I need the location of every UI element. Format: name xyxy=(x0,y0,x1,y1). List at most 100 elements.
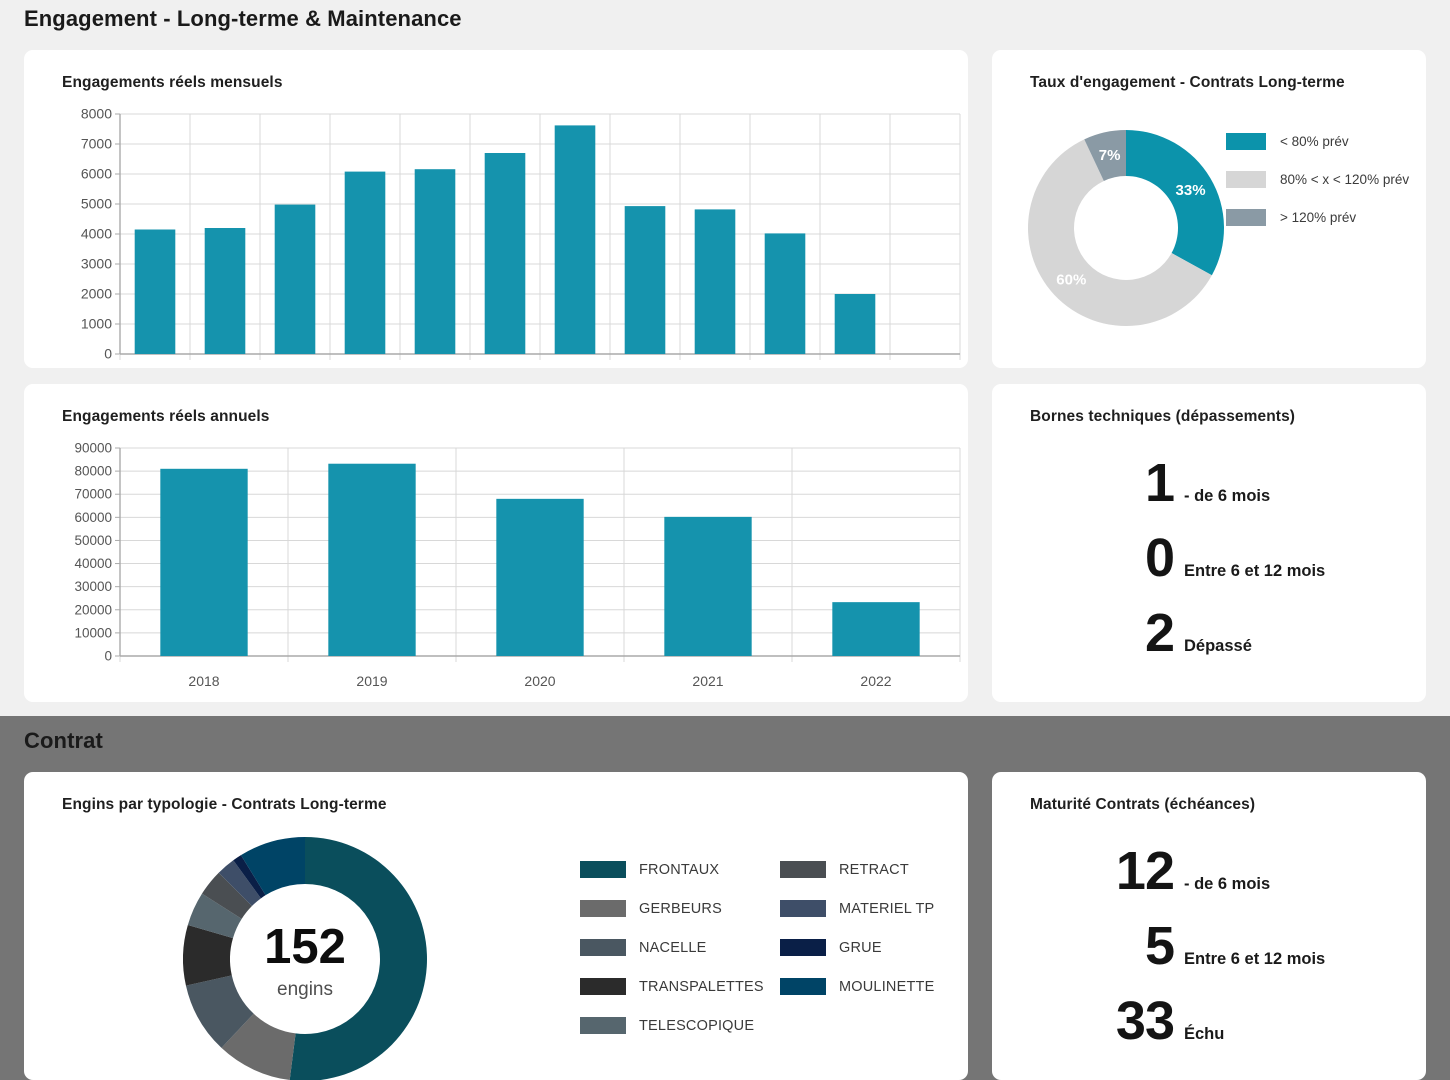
legend-engins-item[interactable]: GRUE xyxy=(780,928,980,967)
chart-engagements-annuels: 0 10000 20000 30000 40000 50000 60000 70000 8000… xyxy=(24,384,968,702)
legend-engins-label: MATERIEL TP xyxy=(839,900,935,917)
donut-center-value: 152 xyxy=(264,920,346,974)
kpi-bornes-value: 2 xyxy=(1144,603,1175,663)
card-bornes-techniques: Bornes techniques (dépassements) 1 - de 6… xyxy=(992,384,1426,702)
y-tick-label: 0 xyxy=(104,649,112,664)
y-tick-label: 2000 xyxy=(81,286,112,302)
x-tick-label: 2021 xyxy=(692,673,723,689)
dashboard-page: Engagement - Long-terme & Maintenance En… xyxy=(0,0,1450,1080)
bar[interactable] xyxy=(134,229,176,355)
y-tick-label: 5000 xyxy=(81,196,112,212)
bar-chart-monthly-svg: 010002000300040005000600070008000Juill 2… xyxy=(81,106,961,362)
legend-taux-item[interactable]: < 80% prév xyxy=(1226,122,1409,160)
legend-engins-swatch-icon xyxy=(780,900,826,917)
kpi-maturite-label: Échu xyxy=(1184,1025,1225,1043)
donut-center-unit: engins xyxy=(277,979,333,1000)
card-title-bornes-techniques: Bornes techniques (dépassements) xyxy=(1030,408,1296,425)
legend-engins-swatch-icon xyxy=(580,900,626,917)
card-maturite-contrats: Maturité Contrats (échéances) 12 - de 6 m… xyxy=(992,772,1426,1080)
kpi-maturite-label: Entre 6 et 12 mois xyxy=(1184,950,1326,968)
legend-engins-swatch-icon xyxy=(780,978,826,995)
y-tick-label: 0 xyxy=(104,346,112,362)
kpi-bornes-row: 1 - de 6 mois xyxy=(1088,456,1418,531)
bar[interactable] xyxy=(624,206,666,354)
legend-engins-item[interactable]: TELESCOPIQUE xyxy=(580,1006,780,1045)
legend-engins-item[interactable]: RETRACT xyxy=(780,850,980,889)
legend-engins-swatch-icon xyxy=(780,861,826,878)
legend-taux-item[interactable]: > 120% prév xyxy=(1226,198,1409,236)
bar[interactable] xyxy=(274,204,316,354)
legend-taux-item[interactable]: 80% < x < 120% prév xyxy=(1226,160,1409,198)
bar[interactable] xyxy=(832,602,920,656)
legend-engins-label: GERBEURS xyxy=(639,900,722,917)
legend-engins-label: MOULINETTE xyxy=(839,978,935,995)
y-tick-label: 80000 xyxy=(74,464,112,479)
y-tick-label: 90000 xyxy=(74,441,112,456)
legend-taux-swatch-icon xyxy=(1226,208,1266,226)
donut-slice-label: 60% xyxy=(1056,271,1086,288)
kpi-bornes-row: 0 Entre 6 et 12 mois xyxy=(1088,531,1418,606)
legend-engins-item[interactable]: MOULINETTE xyxy=(780,967,980,1006)
bar[interactable] xyxy=(694,209,736,354)
bar[interactable] xyxy=(484,153,526,354)
kpi-bornes-value: 0 xyxy=(1144,528,1175,588)
contrat-section-title: Contrat xyxy=(24,728,103,753)
card-engagements-mensuels: Engagements réels mensuels 0 1000 2000 3000… xyxy=(24,50,968,368)
legend-engins-item[interactable]: TRANSPALETTES xyxy=(580,967,780,1006)
bar[interactable] xyxy=(554,125,596,355)
card-taux-engagement: Taux d'engagement - Contrats Long-terme … xyxy=(992,50,1426,368)
kpi-bornes-label: Dépassé xyxy=(1184,637,1252,655)
legend-engins-label: GRUE xyxy=(839,939,882,956)
legend-taux-label: < 80% prév xyxy=(1280,133,1349,149)
y-tick-label: 8000 xyxy=(81,106,112,122)
bar[interactable] xyxy=(344,171,386,354)
legend-engins-item[interactable]: MATERIEL TP xyxy=(780,889,980,928)
x-tick-label: 2020 xyxy=(524,673,555,689)
legend-engins-swatch-icon xyxy=(580,1017,626,1034)
kpi-maturite-label: - de 6 mois xyxy=(1184,875,1271,893)
kpi-maturite-value: 12 xyxy=(1115,841,1175,901)
y-tick-label: 40000 xyxy=(74,556,112,571)
y-tick-label: 30000 xyxy=(74,579,112,594)
bar[interactable] xyxy=(664,516,752,656)
kpi-bornes-row: 2 Dépassé xyxy=(1088,606,1418,681)
y-tick-label: 4000 xyxy=(81,226,112,242)
kpi-bornes-label: - de 6 mois xyxy=(1184,487,1271,505)
y-tick-label: 60000 xyxy=(74,510,112,525)
card-title-maturite-contrats: Maturité Contrats (échéances) xyxy=(1030,796,1256,813)
legend-engins-item[interactable]: FRONTAUX xyxy=(580,850,780,889)
y-tick-label: 10000 xyxy=(74,625,112,640)
legend-engins-swatch-icon xyxy=(580,861,626,878)
kpi-maturite-row: 12 - de 6 mois xyxy=(1088,844,1418,919)
legend-taux-engagement: < 80% prév 80% < x < 120% prév > 120% prév xyxy=(1226,122,1409,236)
bar[interactable] xyxy=(328,463,416,656)
legend-taux-swatch-icon xyxy=(1226,132,1266,150)
bar[interactable] xyxy=(764,233,806,354)
bar[interactable] xyxy=(496,498,584,656)
legend-engins-item[interactable]: NACELLE xyxy=(580,928,780,967)
legend-engins-label: NACELLE xyxy=(639,939,707,956)
engagement-section-title: Engagement - Long-terme & Maintenance xyxy=(24,6,462,31)
kpi-maturite-value: 33 xyxy=(1115,991,1175,1051)
bar[interactable] xyxy=(834,294,876,354)
y-tick-label: 50000 xyxy=(74,533,112,548)
bar[interactable] xyxy=(414,169,456,354)
donut-chart-taux-svg: 33% 60% 7% xyxy=(1028,130,1224,326)
legend-engins-typologie: FRONTAUX GERBEURS NACELLE TRANSPALETTES TELE… xyxy=(580,850,980,1045)
kpi-maturite-row: 33 Échu xyxy=(1088,994,1418,1069)
kpi-list-bornes: 1 - de 6 mois 0 Entre 6 et 12 mois 2 Dépassé xyxy=(1088,456,1418,681)
legend-engins-label: RETRACT xyxy=(839,861,909,878)
legend-engins-label: TRANSPALETTES xyxy=(639,978,764,995)
y-tick-label: 20000 xyxy=(74,602,112,617)
legend-taux-label: 80% < x < 120% prév xyxy=(1280,171,1410,187)
legend-taux-label: > 120% prév xyxy=(1280,209,1357,225)
legend-engins-swatch-icon xyxy=(580,939,626,956)
legend-engins-label: FRONTAUX xyxy=(639,861,720,878)
bar[interactable] xyxy=(204,228,246,354)
legend-engins-swatch-icon xyxy=(780,939,826,956)
donut-slice[interactable] xyxy=(1126,130,1224,276)
card-engagements-annuels: Engagements réels annuels 0 10000 20000 300… xyxy=(24,384,968,702)
bar[interactable] xyxy=(160,468,248,656)
legend-engins-item[interactable]: GERBEURS xyxy=(580,889,780,928)
y-tick-label: 3000 xyxy=(81,256,112,272)
